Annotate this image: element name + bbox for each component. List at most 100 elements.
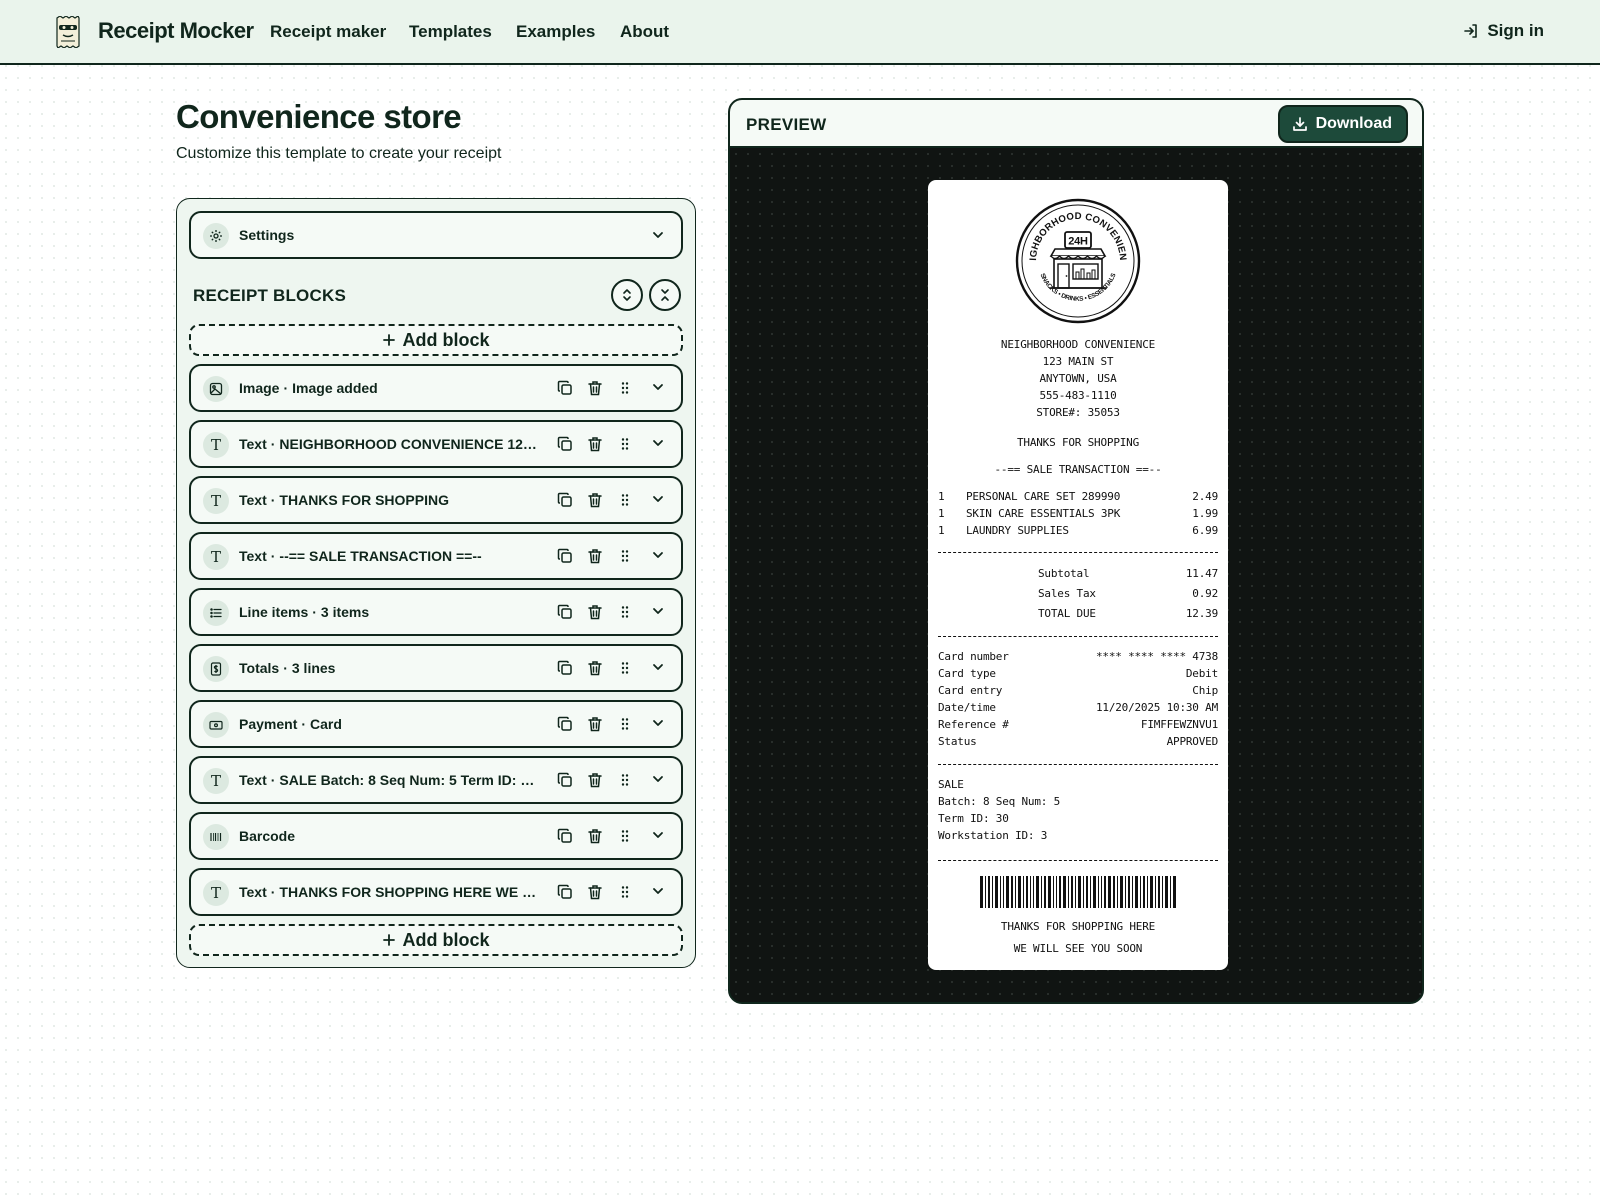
block-type: Text: [239, 548, 267, 564]
receipt-preview: NEIGHBORHOOD CONVENIENCE SNACKS • DRINKS…: [928, 180, 1228, 970]
add-block-button-bottom[interactable]: Add block: [189, 924, 683, 956]
block-summary: SALE Batch: 8 Seq Num: 5 Term ID: 30 Wor…: [279, 772, 539, 788]
receipt-transaction: --== SALE TRANSACTION ==--: [994, 463, 1162, 476]
copy-icon[interactable]: [557, 436, 573, 452]
receipt-mocker-logo-icon[interactable]: [56, 16, 80, 48]
block-type: Line items: [239, 604, 309, 620]
block-summary: 3 lines: [291, 660, 336, 676]
trash-icon[interactable]: [587, 492, 603, 508]
nav-receipt-maker[interactable]: Receipt maker: [270, 22, 386, 42]
expand-all-button[interactable]: [611, 279, 643, 311]
block-summary: THANKS FOR SHOPPING HERE WE WILL SEE YOU…: [279, 884, 539, 900]
block-row-totals[interactable]: Totals · 3 lines: [189, 644, 683, 692]
block-type: Image: [239, 380, 280, 396]
block-row-barcode[interactable]: Barcode: [189, 812, 683, 860]
block-row-text[interactable]: T Text · THANKS FOR SHOPPING: [189, 476, 683, 524]
block-summary: THANKS FOR SHOPPING: [279, 492, 449, 508]
drag-handle-icon[interactable]: [619, 604, 631, 620]
receipt-card-entry: Card entry Chip: [938, 684, 1218, 697]
chevron-down-icon[interactable]: [651, 660, 665, 674]
svg-text:SNACKS • DRINKS • ESSENTIALS: SNACKS • DRINKS • ESSENTIALS: [1038, 272, 1117, 303]
chevron-down-icon[interactable]: [651, 228, 665, 242]
copy-icon[interactable]: [557, 548, 573, 564]
copy-icon[interactable]: [557, 492, 573, 508]
chevron-down-icon[interactable]: [651, 884, 665, 898]
block-row-text[interactable]: T Text·NEIGHBORHOOD CONVENIENCE 123 MAIN…: [189, 420, 683, 468]
trash-icon[interactable]: [587, 380, 603, 396]
copy-icon[interactable]: [557, 380, 573, 396]
copy-icon[interactable]: [557, 604, 573, 620]
receipt-sale-line: SALE: [938, 778, 964, 791]
text-icon: T: [203, 432, 229, 458]
dollar-icon: [203, 656, 229, 682]
drag-handle-icon[interactable]: [619, 884, 631, 900]
chevron-down-icon[interactable]: [651, 380, 665, 394]
copy-icon[interactable]: [557, 828, 573, 844]
block-row-line-items[interactable]: Line items · 3 items: [189, 588, 683, 636]
copy-icon[interactable]: [557, 884, 573, 900]
chevron-down-icon[interactable]: [651, 492, 665, 506]
receipt-card-type: Card type Debit: [938, 667, 1218, 680]
settings-accordion[interactable]: Settings: [189, 211, 683, 259]
page-subtitle: Customize this template to create your r…: [176, 145, 502, 162]
image-icon: [203, 376, 229, 402]
trash-icon[interactable]: [587, 436, 603, 452]
chevron-down-icon[interactable]: [651, 828, 665, 842]
block-summary: NEIGHBORHOOD CONVENIENCE 123 MAIN ST ANY…: [279, 436, 539, 452]
chevron-down-icon[interactable]: [651, 436, 665, 450]
collapse-all-button[interactable]: [649, 279, 681, 311]
receipt-total-due: TOTAL DUE 12.39: [1038, 607, 1218, 620]
trash-icon[interactable]: [587, 660, 603, 676]
copy-icon[interactable]: [557, 660, 573, 676]
receipt-store-name: NEIGHBORHOOD CONVENIENCE: [1000, 338, 1156, 351]
drag-handle-icon[interactable]: [619, 380, 631, 396]
nav-about[interactable]: About: [620, 22, 669, 42]
trash-icon[interactable]: [587, 716, 603, 732]
trash-icon[interactable]: [587, 772, 603, 788]
block-row-image[interactable]: Image · Image added: [189, 364, 683, 412]
block-row-payment[interactable]: Payment · Card: [189, 700, 683, 748]
block-row-text[interactable]: T Text · SALE Batch: 8 Seq Num: 5 Term ID:…: [189, 756, 683, 804]
add-block-label: Add block: [402, 329, 490, 350]
trash-icon[interactable]: [587, 884, 603, 900]
drag-handle-icon[interactable]: [619, 828, 631, 844]
block-row-text[interactable]: T Text · --== SALE TRANSACTION ==--: [189, 532, 683, 580]
block-summary: 3 items: [320, 604, 370, 620]
barcode-icon: [203, 824, 229, 850]
drag-handle-icon[interactable]: [619, 660, 631, 676]
chevron-down-icon[interactable]: [651, 716, 665, 730]
block-row-text[interactable]: T Text·THANKS FOR SHOPPING HERE WE WILL …: [189, 868, 683, 916]
copy-icon[interactable]: [557, 716, 573, 732]
copy-icon[interactable]: [557, 772, 573, 788]
nav-templates[interactable]: Templates: [409, 22, 492, 42]
drag-handle-icon[interactable]: [619, 772, 631, 788]
receipt-line-item: 1 SKIN CARE ESSENTIALS 3PK 1.99: [938, 507, 1218, 520]
trash-icon[interactable]: [587, 548, 603, 564]
top-navigation-bar: Receipt Mocker Receipt maker Templates E…: [0, 0, 1600, 65]
drag-handle-icon[interactable]: [619, 436, 631, 452]
nav-examples[interactable]: Examples: [516, 22, 595, 42]
sign-in-button[interactable]: Sign in: [1463, 21, 1544, 41]
trash-icon[interactable]: [587, 828, 603, 844]
drag-handle-icon[interactable]: [619, 548, 631, 564]
block-type: Text: [239, 436, 267, 452]
chevron-down-icon[interactable]: [651, 772, 665, 786]
chevron-down-icon[interactable]: [651, 548, 665, 562]
add-block-button-top[interactable]: Add block: [189, 324, 683, 356]
preview-header: PREVIEW Download: [730, 100, 1422, 148]
brand-name[interactable]: Receipt Mocker: [98, 18, 254, 44]
drag-handle-icon[interactable]: [619, 716, 631, 732]
download-button[interactable]: Download: [1277, 105, 1408, 143]
block-type: Text: [239, 772, 267, 788]
drag-handle-icon[interactable]: [619, 492, 631, 508]
trash-icon[interactable]: [587, 604, 603, 620]
download-icon: [1292, 116, 1308, 132]
preview-panel: PREVIEW Download NEIGHBORHOOD CONVENIENC…: [728, 98, 1424, 1004]
svg-text:24H: 24H: [1068, 236, 1088, 248]
receipt-thanks: THANKS FOR SHOPPING: [1016, 436, 1140, 449]
receipt-divider: [938, 764, 1218, 765]
preview-label: PREVIEW: [746, 115, 827, 134]
chevron-down-icon[interactable]: [651, 604, 665, 618]
block-type: Text: [239, 884, 267, 900]
receipt-status: Status APPROVED: [938, 735, 1218, 748]
